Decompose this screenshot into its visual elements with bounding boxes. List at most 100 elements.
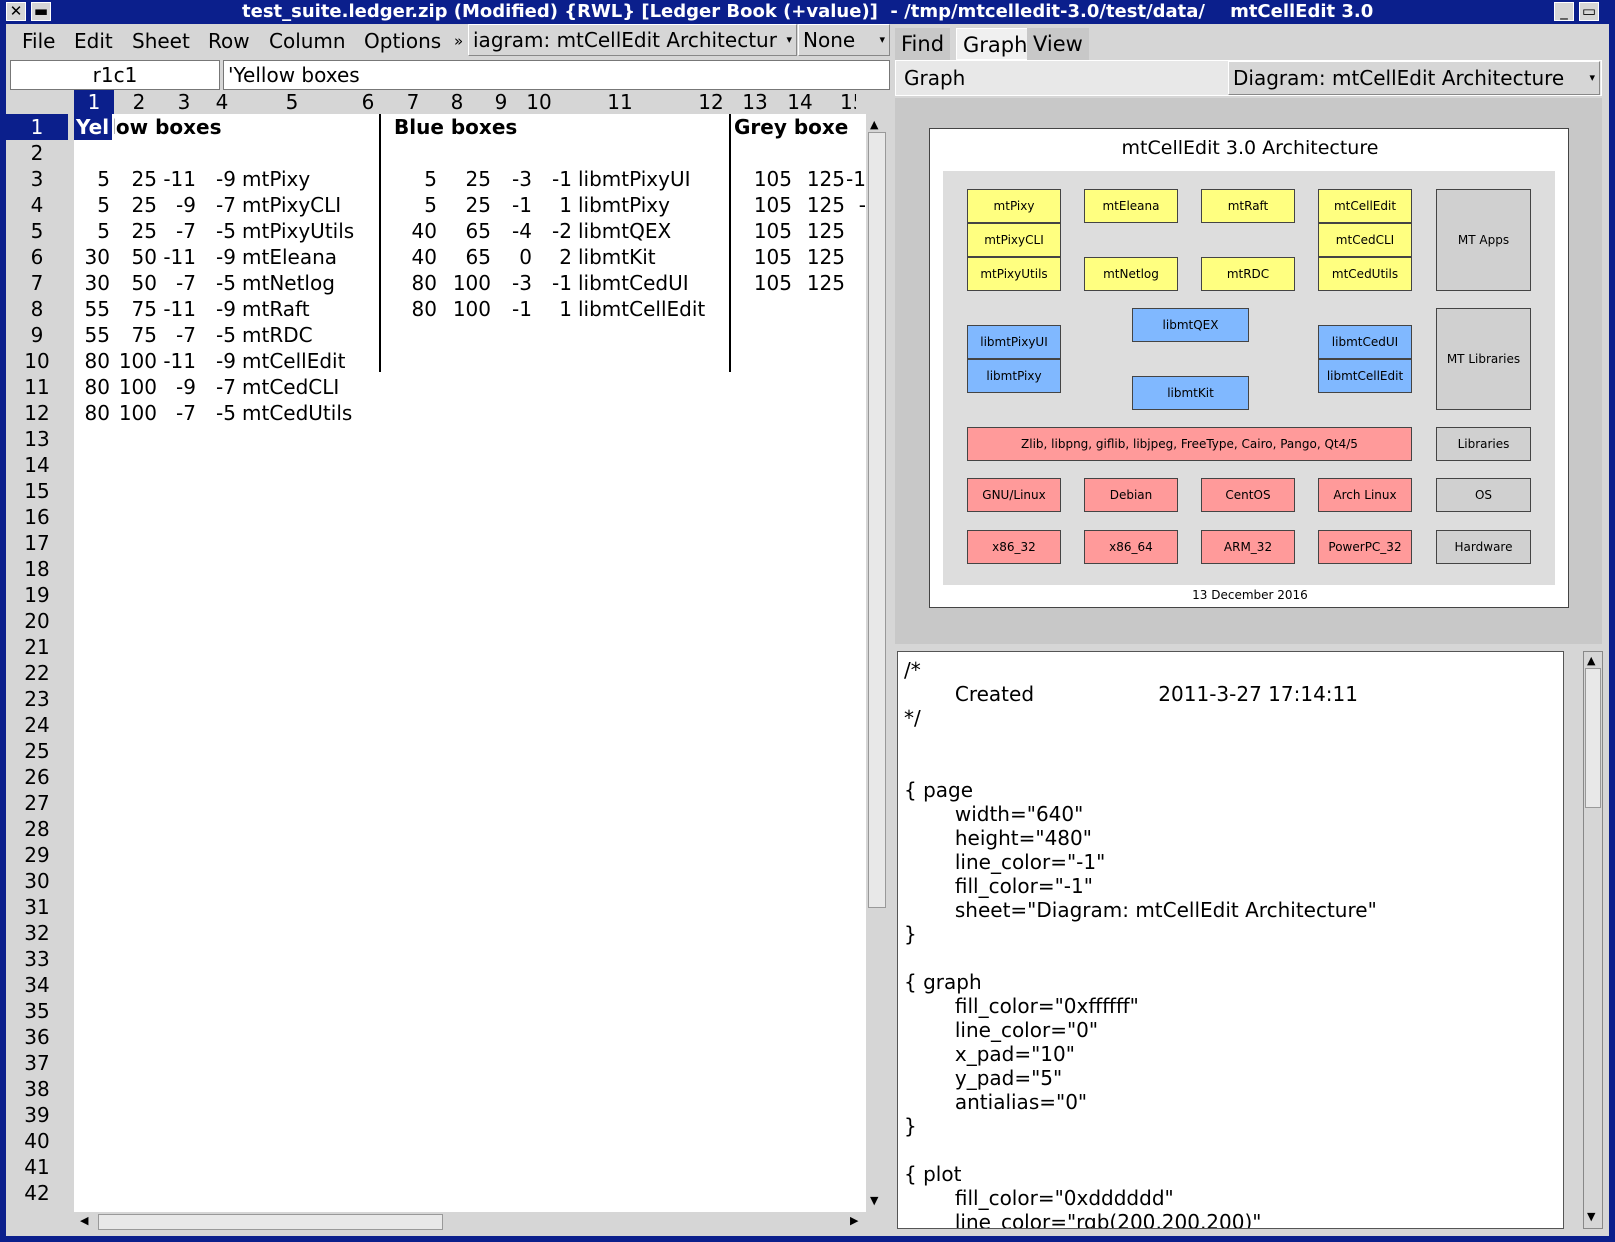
window-menu-icon[interactable]: ▬ bbox=[31, 2, 51, 21]
row-header[interactable]: 29 bbox=[6, 842, 68, 868]
scroll-down-icon[interactable]: ▼ bbox=[1587, 1210, 1595, 1223]
row-header[interactable]: 28 bbox=[6, 816, 68, 842]
scroll-down-icon[interactable]: ▼ bbox=[870, 1194, 878, 1207]
menu-edit[interactable]: Edit bbox=[74, 28, 113, 54]
column-header[interactable]: 11 bbox=[607, 90, 632, 114]
row-header[interactable]: 7 bbox=[6, 270, 68, 296]
row-header[interactable]: 13 bbox=[6, 426, 68, 452]
row-header[interactable]: 23 bbox=[6, 686, 68, 712]
scroll-left-icon[interactable]: ◀ bbox=[80, 1214, 88, 1227]
column-header[interactable]: 6 bbox=[362, 90, 375, 114]
scroll-up-icon[interactable]: ▲ bbox=[1587, 654, 1595, 667]
editor-vertical-scrollbar[interactable]: ▲ ▼ bbox=[1583, 651, 1603, 1229]
column-header[interactable]: 3 bbox=[178, 90, 191, 114]
row-header[interactable]: 37 bbox=[6, 1050, 68, 1076]
row-header[interactable]: 4 bbox=[6, 192, 68, 218]
editor-line: fill_color="-1" bbox=[904, 874, 1093, 898]
row-header[interactable]: 14 bbox=[6, 452, 68, 478]
sheet-selector[interactable]: iagram: mtCellEdit Architectur ▾ bbox=[468, 24, 797, 56]
scroll-up-icon[interactable]: ▲ bbox=[870, 118, 878, 131]
column-header[interactable]: 10 bbox=[526, 90, 551, 114]
maximize-icon[interactable]: ▭ bbox=[1579, 2, 1599, 21]
row-header[interactable]: 41 bbox=[6, 1154, 68, 1180]
font-selector[interactable]: None ▾ bbox=[798, 24, 890, 56]
column-header[interactable]: 13 bbox=[742, 90, 767, 114]
row-header[interactable]: 30 bbox=[6, 868, 68, 894]
row-header[interactable]: 20 bbox=[6, 608, 68, 634]
cell: 100 bbox=[452, 271, 491, 295]
cell: 105 bbox=[753, 271, 792, 295]
row-header[interactable]: 11 bbox=[6, 374, 68, 400]
row-header[interactable]: 42 bbox=[6, 1180, 68, 1206]
vertical-scrollbar[interactable]: ▲ ▼ bbox=[867, 114, 887, 1212]
row-header[interactable]: 27 bbox=[6, 790, 68, 816]
menu-more[interactable]: » bbox=[454, 28, 463, 54]
column-header[interactable]: 14 bbox=[787, 90, 812, 114]
column-header[interactable]: 5 bbox=[286, 90, 299, 114]
column-header[interactable]: 4 bbox=[216, 90, 229, 114]
minimize-icon[interactable]: _ bbox=[1554, 2, 1574, 21]
row-header[interactable]: 2 bbox=[6, 140, 68, 166]
row-header[interactable]: 10 bbox=[6, 348, 68, 374]
column-header[interactable]: 2 bbox=[133, 90, 146, 114]
vertical-scroll-thumb[interactable] bbox=[868, 132, 886, 908]
row-header[interactable]: 16 bbox=[6, 504, 68, 530]
cell: libmtCedUI bbox=[578, 271, 689, 295]
row-header[interactable]: 26 bbox=[6, 764, 68, 790]
cell-reference-field[interactable]: r1c1 bbox=[10, 60, 220, 90]
row-header[interactable]: 8 bbox=[6, 296, 68, 322]
row-header[interactable]: 3 bbox=[6, 166, 68, 192]
box-libraries: Zlib, libpng, giflib, libjpeg, FreeType,… bbox=[967, 427, 1412, 461]
cell-grid[interactable]: Yel Yellow boxes Blue boxes Grey boxe 52… bbox=[74, 114, 866, 1212]
column-header[interactable]: 12 bbox=[698, 90, 723, 114]
row-header[interactable]: 6 bbox=[6, 244, 68, 270]
menu-row[interactable]: Row bbox=[208, 28, 250, 54]
horizontal-scroll-thumb[interactable] bbox=[98, 1214, 443, 1230]
box-mtcelledit: mtCellEdit bbox=[1318, 189, 1412, 223]
row-header[interactable]: 33 bbox=[6, 946, 68, 972]
editor-scroll-thumb[interactable] bbox=[1585, 668, 1601, 808]
cell-content-field[interactable]: 'Yellow boxes bbox=[223, 60, 890, 90]
menu-options[interactable]: Options bbox=[364, 28, 441, 54]
row-header[interactable]: 12 bbox=[6, 400, 68, 426]
tab-view[interactable]: View bbox=[1027, 28, 1089, 60]
row-header[interactable]: 21 bbox=[6, 634, 68, 660]
row-header[interactable]: 9 bbox=[6, 322, 68, 348]
row-header[interactable]: 39 bbox=[6, 1102, 68, 1128]
row-header[interactable]: 31 bbox=[6, 894, 68, 920]
graph-source-editor[interactable]: /* Created 2011-3-27 17:14:11 */ { page wi… bbox=[897, 651, 1564, 1229]
tab-graph[interactable]: Graph bbox=[956, 28, 1035, 60]
row-header[interactable]: 22 bbox=[6, 660, 68, 686]
row-header[interactable]: 40 bbox=[6, 1128, 68, 1154]
spreadsheet-pane: File Edit Sheet Row Column Options » iag… bbox=[6, 24, 891, 1236]
cell: 25 bbox=[131, 219, 157, 243]
row-header[interactable]: 32 bbox=[6, 920, 68, 946]
row-header[interactable]: 34 bbox=[6, 972, 68, 998]
column-header[interactable]: 9 bbox=[495, 90, 508, 114]
menu-column[interactable]: Column bbox=[269, 28, 346, 54]
row-header[interactable]: 24 bbox=[6, 712, 68, 738]
row-header[interactable]: 1 bbox=[6, 114, 68, 140]
row-header[interactable]: 36 bbox=[6, 1024, 68, 1050]
menu-file[interactable]: File bbox=[22, 28, 55, 54]
row-header[interactable]: 38 bbox=[6, 1076, 68, 1102]
row-header[interactable]: 35 bbox=[6, 998, 68, 1024]
row-header[interactable]: 19 bbox=[6, 582, 68, 608]
row-header[interactable]: 5 bbox=[6, 218, 68, 244]
diagram-selector[interactable]: Diagram: mtCellEdit Architecture ▾ bbox=[1228, 61, 1600, 95]
column-header[interactable]: 15 bbox=[840, 90, 856, 114]
row-header[interactable]: 18 bbox=[6, 556, 68, 582]
close-icon[interactable]: ✕ bbox=[6, 2, 26, 21]
cell: -7 bbox=[176, 271, 196, 295]
column-header[interactable]: 8 bbox=[451, 90, 464, 114]
column-header[interactable]: 1 bbox=[88, 90, 101, 114]
menu-sheet[interactable]: Sheet bbox=[132, 28, 190, 54]
row-header[interactable]: 17 bbox=[6, 530, 68, 556]
row-header[interactable]: 25 bbox=[6, 738, 68, 764]
cell: -1 bbox=[512, 193, 532, 217]
column-header[interactable]: 7 bbox=[407, 90, 420, 114]
horizontal-scrollbar[interactable]: ◀ ▶ bbox=[74, 1212, 867, 1232]
scroll-right-icon[interactable]: ▶ bbox=[850, 1214, 858, 1227]
tab-find[interactable]: Find bbox=[895, 28, 951, 60]
row-header[interactable]: 15 bbox=[6, 478, 68, 504]
